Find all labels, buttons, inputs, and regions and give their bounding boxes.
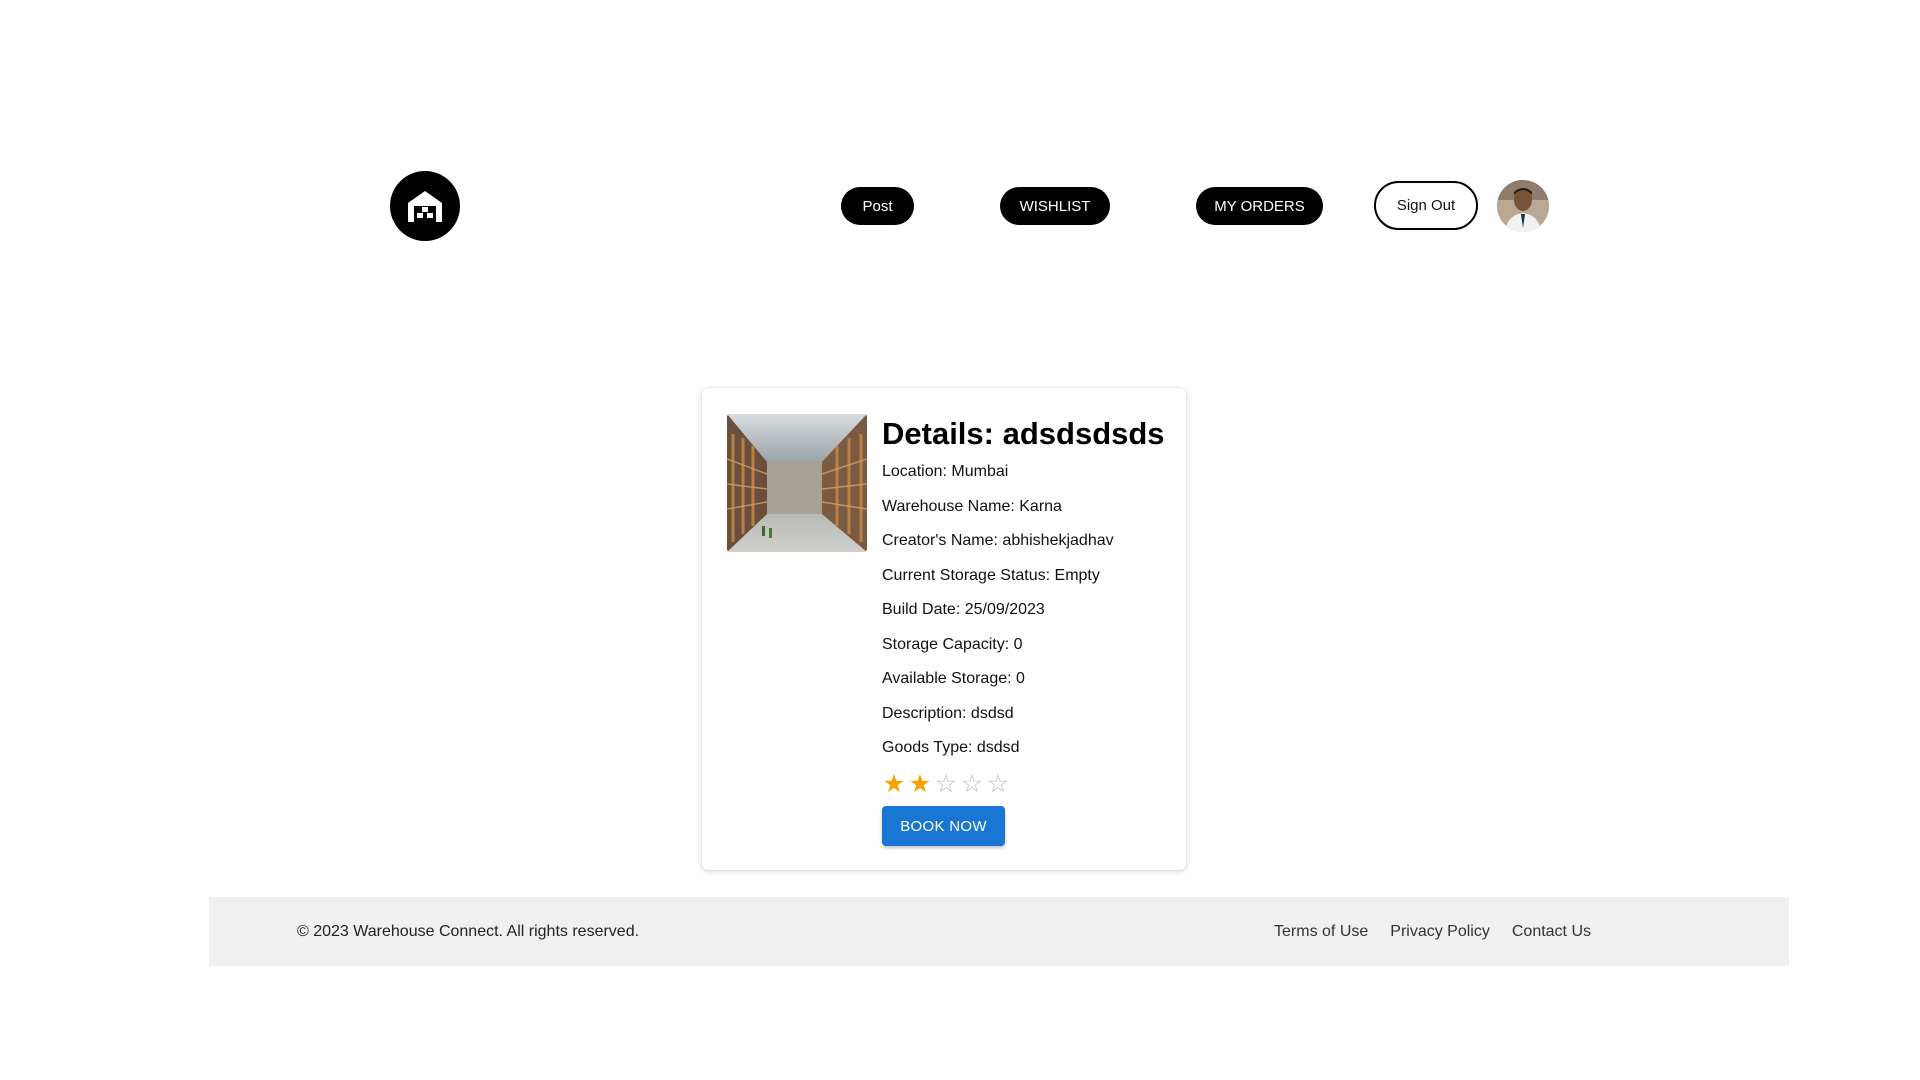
footer-links: Terms of Use Privacy Policy Contact Us [1274,897,1591,966]
contact-us-link[interactable]: Contact Us [1512,897,1591,966]
avatar[interactable] [1497,180,1549,232]
book-now-button[interactable]: BOOK NOW [882,806,1005,846]
star-rating[interactable]: ★ ★ ☆ ☆ ☆ [882,770,1172,798]
star-empty-icon[interactable]: ☆ [960,770,984,798]
footer: © 2023 Warehouse Connect. All rights res… [209,897,1789,966]
wishlist-button[interactable]: WISHLIST [1000,187,1110,225]
card-title: Details: adsdsdsds [882,416,1165,451]
star-empty-icon[interactable]: ☆ [934,770,958,798]
creator-name-text: Creator's Name: abhishekjadhav [882,532,1114,549]
footer-copyright: © 2023 Warehouse Connect. All rights res… [297,923,640,940]
build-date-text: Build Date: 25/09/2023 [882,601,1045,618]
post-button[interactable]: Post [841,187,914,225]
terms-of-use-link[interactable]: Terms of Use [1274,897,1368,966]
star-filled-icon[interactable]: ★ [882,770,906,798]
warehouse-icon [408,191,442,222]
goods-type-text: Goods Type: dsdsd [882,739,1020,756]
location-text: Location: Mumbai [882,463,1009,480]
page: Post WISHLIST MY ORDERS Sign Out Details… [0,0,1920,1080]
star-empty-icon[interactable]: ☆ [986,770,1010,798]
warehouse-name-text: Warehouse Name: Karna [882,497,1062,515]
warehouse-photo-icon [727,414,867,552]
star-filled-icon[interactable]: ★ [908,770,932,798]
privacy-policy-link[interactable]: Privacy Policy [1390,897,1490,966]
warehouse-detail-card: Details: adsdsdsds Location: Mumbai Ware… [702,388,1186,870]
storage-capacity-text: Storage Capacity: 0 [882,635,1023,653]
my-orders-button[interactable]: MY ORDERS [1196,187,1323,225]
storage-status-text: Current Storage Status: Empty [882,566,1100,584]
logo[interactable] [390,171,460,241]
description-text: Description: dsdsd [882,704,1014,722]
card-body: Details: adsdsdsds Location: Mumbai Ware… [882,414,1172,846]
sign-out-button[interactable]: Sign Out [1374,181,1478,230]
available-storage-text: Available Storage: 0 [882,670,1025,687]
user-avatar-icon [1497,180,1549,232]
warehouse-image [727,414,867,552]
